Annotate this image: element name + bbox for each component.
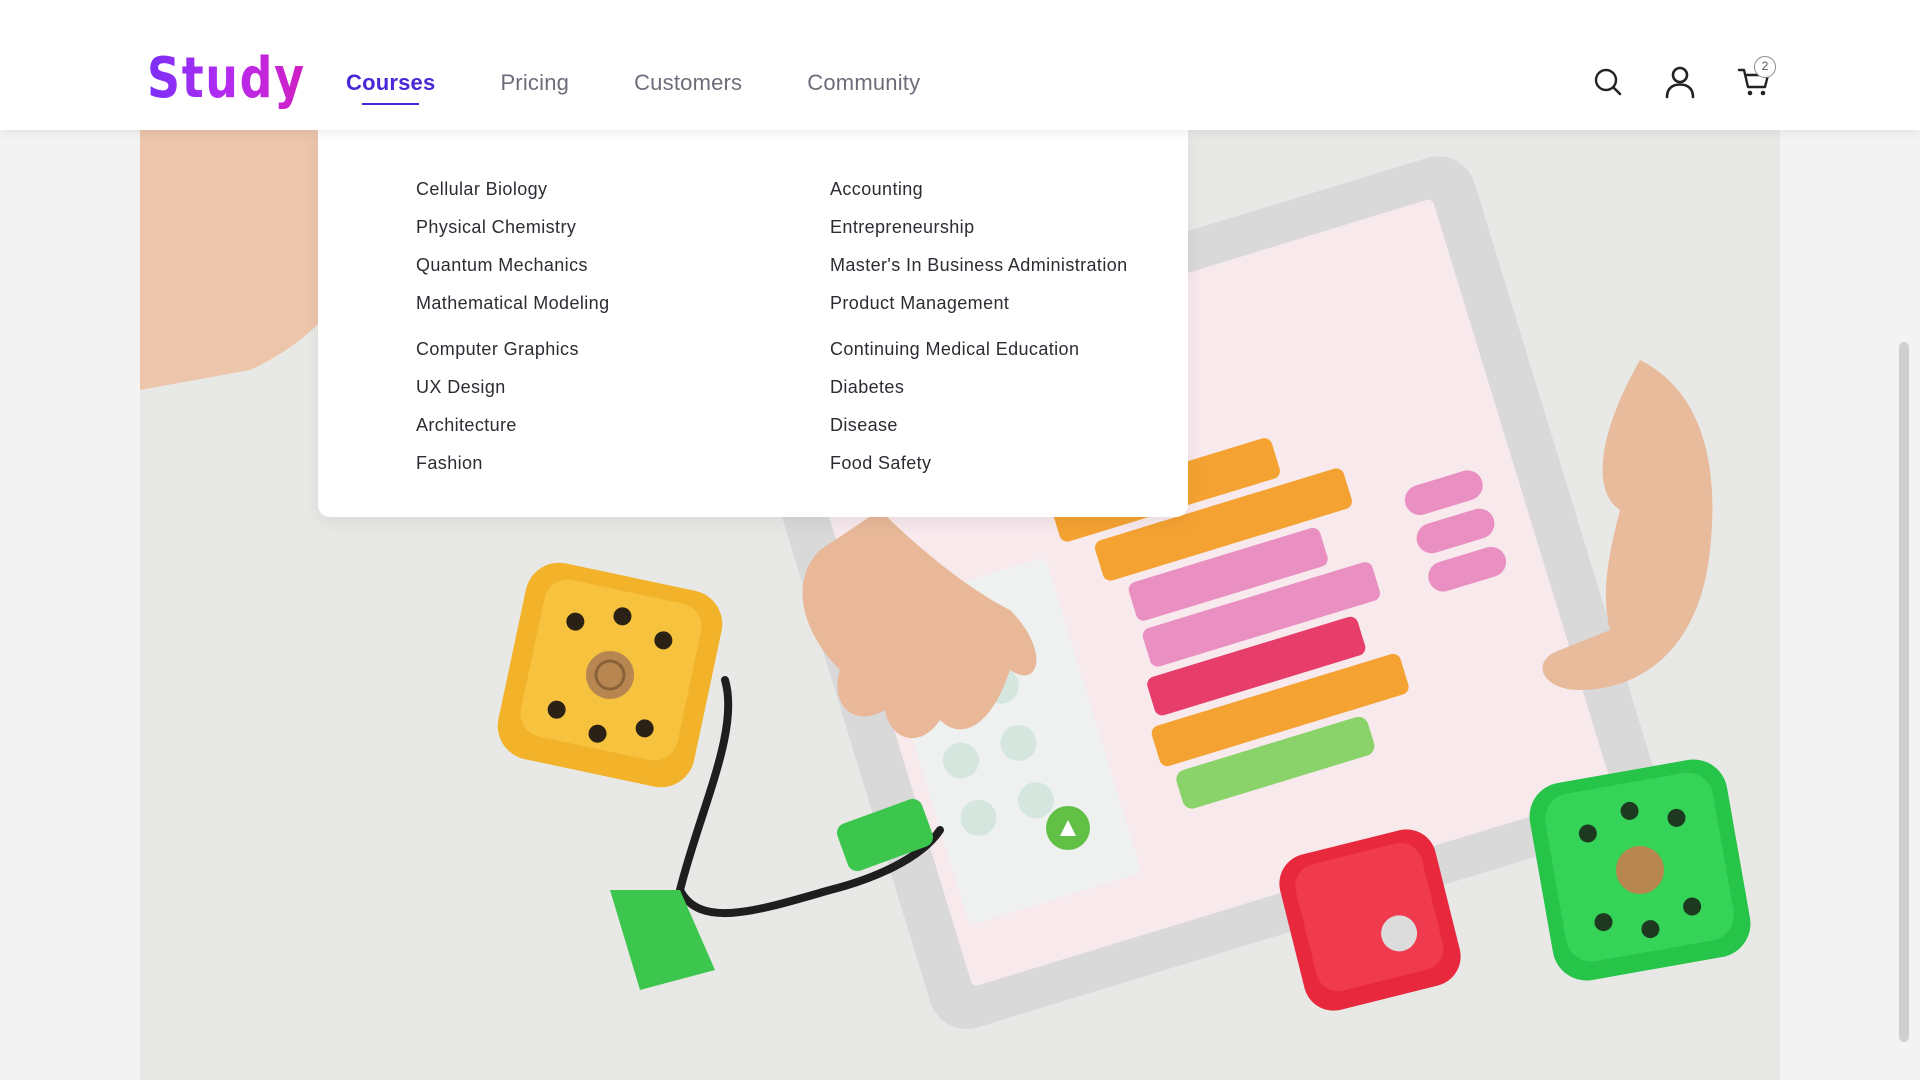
cart-icon[interactable]: 2 xyxy=(1736,56,1776,100)
course-group: Cellular Biology Physical Chemistry Quan… xyxy=(416,170,610,322)
site-logo[interactable]: Study xyxy=(147,44,306,114)
course-link[interactable]: Mathematical Modeling xyxy=(416,284,610,322)
nav-customers[interactable]: Customers xyxy=(634,67,742,99)
course-link[interactable]: Master's In Business Administration xyxy=(830,246,1128,284)
course-link[interactable]: Quantum Mechanics xyxy=(416,246,610,284)
course-group: Continuing Medical Education Diabetes Di… xyxy=(830,330,1128,482)
course-link[interactable]: Continuing Medical Education xyxy=(830,330,1128,368)
course-link[interactable]: Physical Chemistry xyxy=(416,208,610,246)
course-link[interactable]: Architecture xyxy=(416,406,610,444)
search-icon[interactable] xyxy=(1590,64,1626,100)
course-link[interactable]: Entrepreneurship xyxy=(830,208,1128,246)
course-link[interactable]: UX Design xyxy=(416,368,610,406)
course-group: Accounting Entrepreneurship Master's In … xyxy=(830,170,1128,322)
course-link[interactable]: Diabetes xyxy=(830,368,1128,406)
site-header: Study Courses Pricing Customers Communit… xyxy=(0,0,1920,130)
courses-column-2: Accounting Entrepreneurship Master's In … xyxy=(830,170,1128,490)
page-scrollbar[interactable] xyxy=(1899,342,1909,1042)
course-link[interactable]: Computer Graphics xyxy=(416,330,610,368)
course-group: Computer Graphics UX Design Architecture… xyxy=(416,330,610,482)
cart-count-badge: 2 xyxy=(1754,56,1776,78)
course-link[interactable]: Accounting xyxy=(830,170,1128,208)
user-icon[interactable] xyxy=(1662,64,1698,100)
course-link[interactable]: Disease xyxy=(830,406,1128,444)
course-link[interactable]: Food Safety xyxy=(830,444,1128,482)
nav-community[interactable]: Community xyxy=(807,67,920,99)
courses-dropdown: Cellular Biology Physical Chemistry Quan… xyxy=(318,130,1188,517)
main-nav: Courses Pricing Customers Community xyxy=(346,67,985,105)
courses-column-1: Cellular Biology Physical Chemistry Quan… xyxy=(416,170,610,490)
course-link[interactable]: Product Management xyxy=(830,284,1128,322)
course-link[interactable]: Cellular Biology xyxy=(416,170,610,208)
course-link[interactable]: Fashion xyxy=(416,444,610,482)
nav-pricing[interactable]: Pricing xyxy=(500,67,569,99)
nav-courses[interactable]: Courses xyxy=(346,67,435,105)
